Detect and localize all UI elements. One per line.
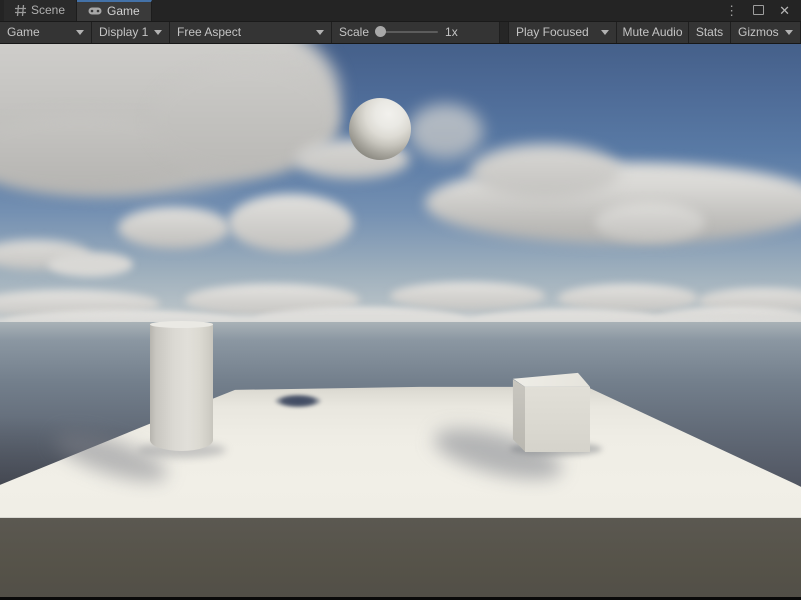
unity-game-panel: Scene Game ⋮ ✕ Game Display 1 Free Aspec	[0, 0, 801, 600]
gizmos-label: Gizmos	[738, 25, 779, 39]
chevron-down-icon	[785, 30, 793, 35]
gamepad-icon	[88, 6, 102, 16]
view-mode-label: Game	[7, 25, 40, 39]
game-view-viewport[interactable]	[0, 44, 801, 600]
sphere	[349, 98, 411, 160]
stats-button[interactable]: Stats	[689, 22, 731, 43]
tab-game-label: Game	[107, 4, 140, 18]
cloud	[470, 144, 620, 199]
chevron-down-icon	[601, 30, 609, 35]
cylinder	[150, 323, 213, 451]
play-focused-dropdown[interactable]: Play Focused	[509, 22, 617, 43]
maximize-icon[interactable]	[753, 5, 764, 15]
close-icon[interactable]: ✕	[779, 4, 790, 17]
cloud	[390, 282, 545, 310]
aspect-ratio-label: Free Aspect	[177, 25, 241, 39]
mute-audio-button[interactable]: Mute Audio	[617, 22, 689, 43]
tab-game[interactable]: Game	[77, 0, 152, 21]
display-label: Display 1	[99, 25, 148, 39]
chevron-down-icon	[316, 30, 324, 35]
view-mode-dropdown[interactable]: Game	[0, 22, 92, 43]
tab-bar: Scene Game ⋮ ✕	[0, 0, 801, 22]
stats-label: Stats	[696, 25, 723, 39]
cloud	[595, 202, 705, 242]
cloud	[48, 252, 133, 277]
game-view-toolbar: Game Display 1 Free Aspect Scale 1x Play…	[0, 22, 801, 44]
foreground-ground	[0, 518, 801, 600]
scale-value: 1x	[445, 25, 458, 39]
mute-audio-label: Mute Audio	[622, 25, 682, 39]
toolbar-spacer	[500, 22, 509, 43]
scale-slider[interactable]	[376, 31, 438, 33]
kebab-menu-icon[interactable]: ⋮	[725, 4, 738, 17]
chevron-down-icon	[76, 30, 84, 35]
cloud	[118, 207, 230, 249]
scale-slider-knob[interactable]	[375, 26, 386, 37]
tab-scene-label: Scene	[31, 3, 65, 17]
tab-scene[interactable]: Scene	[4, 0, 77, 21]
play-focused-label: Play Focused	[516, 25, 589, 39]
scene-grid-icon	[15, 5, 26, 16]
cloud	[228, 194, 353, 252]
cube-front-face	[525, 387, 590, 452]
window-controls: ⋮ ✕	[725, 0, 801, 21]
scale-label: Scale	[339, 25, 369, 39]
cylinder-top-cap	[150, 321, 213, 328]
cloud	[408, 104, 483, 159]
sphere-shadow	[274, 394, 322, 408]
aspect-ratio-dropdown[interactable]: Free Aspect	[170, 22, 332, 43]
gizmos-dropdown[interactable]: Gizmos	[731, 22, 801, 43]
scale-control: Scale 1x	[332, 22, 500, 43]
cloud	[558, 284, 698, 312]
chevron-down-icon	[154, 30, 162, 35]
display-dropdown[interactable]: Display 1	[92, 22, 170, 43]
